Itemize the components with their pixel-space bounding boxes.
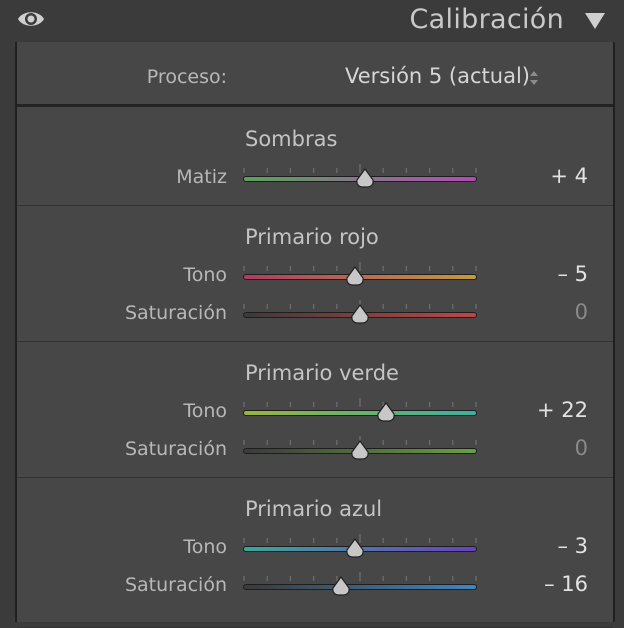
slider-thumb[interactable] <box>354 167 376 188</box>
slider-row: Matiz + 4 <box>17 162 613 192</box>
section-2: Primario rojo Tono – 5 Saturación 0 <box>17 205 613 342</box>
slider-value[interactable]: 0 <box>575 436 588 460</box>
slider-value[interactable]: – 16 <box>544 572 588 596</box>
slider-label: Saturación <box>124 574 227 596</box>
section-title: Primario azul <box>245 497 383 521</box>
slider-value[interactable]: – 5 <box>557 262 588 286</box>
calibration-panel: Proceso: Versión 5 (actual) Sombras Matiz… <box>15 42 615 628</box>
slider-ticks <box>243 398 477 407</box>
slider-label: Matiz <box>176 166 227 188</box>
slider-row: Tono + 22 <box>17 396 613 426</box>
slider[interactable] <box>243 162 477 192</box>
slider-value[interactable]: – 3 <box>557 534 588 558</box>
process-label: Proceso: <box>146 66 227 88</box>
slider-row: Saturación 0 <box>17 434 613 464</box>
slider[interactable] <box>243 396 477 426</box>
slider-row: Tono – 3 <box>17 532 613 562</box>
slider-thumb[interactable] <box>349 439 371 460</box>
slider-thumb[interactable] <box>330 575 352 596</box>
slider[interactable] <box>243 434 477 464</box>
slider-value[interactable]: + 4 <box>550 164 588 188</box>
eye-icon[interactable] <box>16 8 46 30</box>
slider-thumb[interactable] <box>344 537 366 558</box>
slider-thumb[interactable] <box>349 303 371 324</box>
slider-label: Tono <box>183 264 227 286</box>
slider[interactable] <box>243 298 477 328</box>
slider-row: Saturación – 16 <box>17 570 613 600</box>
slider-track[interactable] <box>243 584 477 590</box>
slider-thumb[interactable] <box>375 401 397 422</box>
panel-header: Calibración <box>0 0 624 42</box>
slider-value[interactable]: 0 <box>575 300 588 324</box>
slider-row: Saturación 0 <box>17 298 613 328</box>
triangle-down-icon[interactable] <box>584 12 606 30</box>
section-3: Primario verde Tono + 22 Saturación 0 <box>17 341 613 478</box>
slider-value[interactable]: + 22 <box>537 398 588 422</box>
slider-label: Tono <box>183 400 227 422</box>
section-4: Primario azul Tono – 3 Saturación – 16 <box>17 477 613 628</box>
slider[interactable] <box>243 570 477 600</box>
process-select[interactable]: Versión 5 (actual) <box>345 64 530 88</box>
section-title: Primario rojo <box>245 225 379 249</box>
slider-label: Saturación <box>124 438 227 460</box>
updown-icon[interactable] <box>527 68 541 88</box>
slider-ticks <box>243 572 477 581</box>
panel-title[interactable]: Calibración <box>410 4 564 35</box>
slider-label: Tono <box>183 536 227 558</box>
section-1: Sombras Matiz + 4 <box>17 107 613 206</box>
slider[interactable] <box>243 260 477 290</box>
slider-row: Tono – 5 <box>17 260 613 290</box>
section-title: Sombras <box>245 127 338 151</box>
slider-label: Saturación <box>124 302 227 324</box>
process-row: Proceso: Versión 5 (actual) <box>17 42 613 107</box>
slider[interactable] <box>243 532 477 562</box>
slider-track[interactable] <box>243 410 477 416</box>
slider-thumb[interactable] <box>344 265 366 286</box>
section-title: Primario verde <box>245 361 399 385</box>
